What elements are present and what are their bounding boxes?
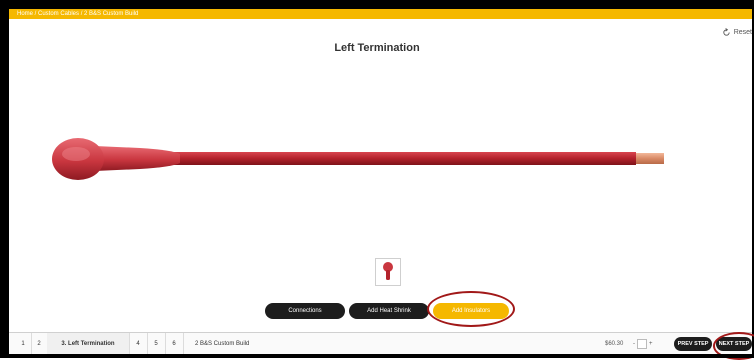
quantity-stepper[interactable]: - + [633, 338, 675, 350]
step-4-tab[interactable]: 4 [129, 333, 148, 355]
reset-button[interactable]: Reset [722, 28, 752, 37]
reset-icon [723, 28, 730, 36]
connections-button[interactable]: Connections [265, 303, 345, 319]
step-1-tab[interactable]: 1 [15, 333, 32, 355]
product-price: $60.30 [605, 341, 624, 347]
breadcrumb[interactable]: Home / Custom Cables / 2 B&S Custom Buil… [9, 9, 752, 19]
prev-step-button[interactable]: PREV STEP [674, 337, 712, 351]
reset-label: Reset [733, 29, 752, 36]
highlight-circle [427, 291, 515, 327]
step-2-tab[interactable]: 2 [31, 333, 48, 355]
insulator-boot [95, 146, 180, 171]
quantity-decrement[interactable]: - [633, 341, 635, 347]
add-heat-shrink-button[interactable]: Add Heat Shrink [349, 303, 429, 319]
exposed-copper [636, 153, 664, 164]
page-title: Left Termination [334, 42, 420, 54]
cable-insulation [130, 152, 636, 165]
insulator-icon [383, 262, 393, 280]
step-5-tab[interactable]: 5 [147, 333, 166, 355]
step-6-tab[interactable]: 6 [165, 333, 184, 355]
quantity-increment[interactable]: + [649, 341, 653, 347]
insulator-thumbnail[interactable] [375, 258, 401, 286]
step-navigation-bar: 1 2 3. Left Termination 4 5 6 2 B&S Cust… [9, 332, 752, 355]
product-name: 2 B&S Custom Build [195, 341, 250, 347]
screen-frame-bottom [0, 354, 754, 358]
screen-frame-top [0, 0, 754, 9]
step-3-tab[interactable]: 3. Left Termination [47, 333, 130, 355]
cable-preview [52, 138, 664, 180]
quantity-field[interactable] [637, 339, 647, 349]
